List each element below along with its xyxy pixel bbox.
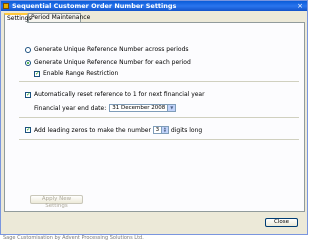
close-button[interactable]: Close xyxy=(265,218,298,227)
radio-each-period-button[interactable] xyxy=(25,59,31,66)
stepper-arrows-icon[interactable]: ▲ ▼ xyxy=(160,127,168,133)
leading-zeros-label-before: Add leading zeros to make the number xyxy=(34,126,151,134)
title-bar[interactable]: Sequential Customer Order Number Setting… xyxy=(1,1,307,11)
digits-value[interactable]: 3 xyxy=(154,127,161,133)
auto-reset-option[interactable]: ✓ Automatically reset reference to 1 for… xyxy=(25,91,205,98)
tab-settings[interactable]: Settings xyxy=(4,13,32,23)
leading-zeros-label-after: digits long xyxy=(170,126,203,134)
digits-stepper[interactable]: 3 ▲ ▼ xyxy=(152,126,169,134)
apply-new-settings-button[interactable]: Apply New Settings xyxy=(30,195,83,209)
radio-across-periods-label: Generate Unique Reference Number across … xyxy=(34,46,189,53)
auto-reset-checkbox[interactable]: ✓ xyxy=(25,91,31,98)
radio-each-period-label: Generate Unique Reference Number for eac… xyxy=(34,59,191,66)
close-icon[interactable]: × xyxy=(296,2,304,10)
radio-across-periods[interactable]: Generate Unique Reference Number across … xyxy=(25,46,189,53)
year-end-date-value: 31 December 2008 xyxy=(112,105,166,111)
auto-reset-label: Automatically reset reference to 1 for n… xyxy=(34,91,205,98)
leading-zeros-checkbox[interactable]: ✓ xyxy=(25,127,31,133)
radio-across-periods-button[interactable] xyxy=(25,46,31,53)
radio-each-period[interactable]: Generate Unique Reference Number for eac… xyxy=(25,59,191,66)
year-end-date-picker[interactable]: 31 December 2008 ▼ xyxy=(109,104,177,112)
window-title: Sequential Customer Order Number Setting… xyxy=(12,2,177,10)
range-restriction-checkbox[interactable]: ✓ xyxy=(34,70,40,77)
settings-window: Sequential Customer Order Number Setting… xyxy=(0,0,308,235)
divider xyxy=(19,117,299,118)
divider xyxy=(19,139,299,140)
divider xyxy=(19,81,299,82)
year-end-label: Financial year end date: xyxy=(34,104,107,112)
status-text: Sage Customisation by Advent Processing … xyxy=(3,235,144,241)
year-end-row: Financial year end date: 31 December 200… xyxy=(34,104,177,112)
app-icon xyxy=(3,3,9,9)
chevron-down-icon[interactable]: ▼ xyxy=(167,105,176,111)
range-restriction-option[interactable]: ✓ Enable Range Restriction xyxy=(34,70,118,77)
settings-panel: Generate Unique Reference Number across … xyxy=(4,22,305,212)
tab-period-maintenance[interactable]: Period Maintenance xyxy=(28,13,90,22)
range-restriction-label: Enable Range Restriction xyxy=(43,70,119,77)
leading-zeros-option: ✓ Add leading zeros to make the number 3… xyxy=(25,126,202,134)
status-bar: Sage Customisation by Advent Processing … xyxy=(0,235,308,241)
